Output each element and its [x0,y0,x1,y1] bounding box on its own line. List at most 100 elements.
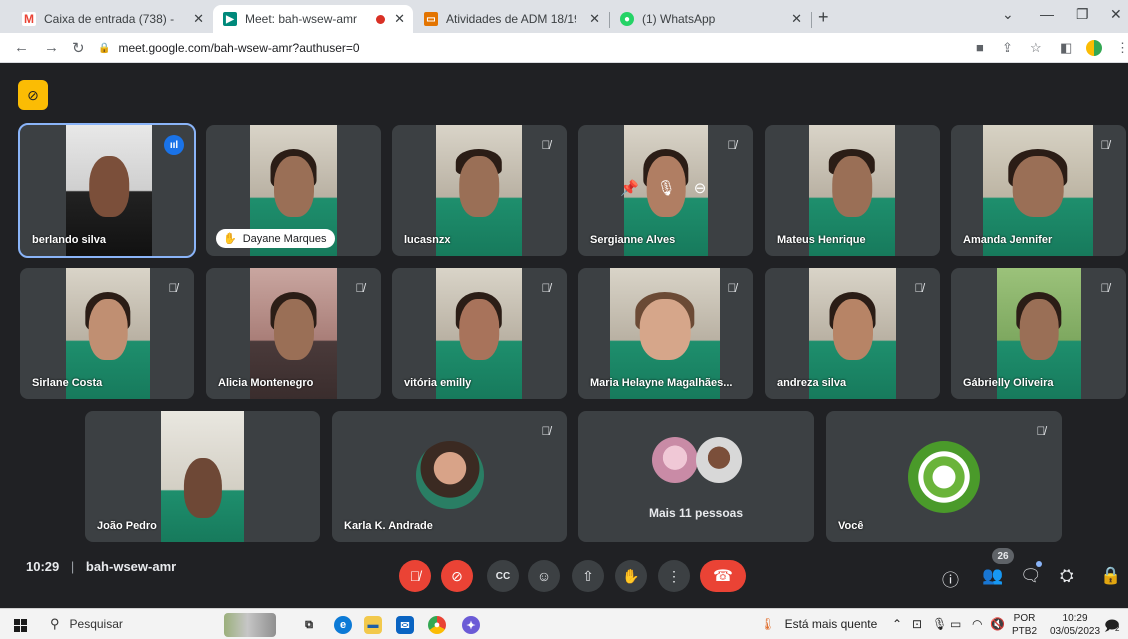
task-view-icon[interactable]: ⧉ [300,616,318,634]
people-icon[interactable]: 👥 [982,566,1003,586]
self-avatar [908,441,980,513]
more-vert-icon: ⋮ [667,567,681,584]
restore-icon[interactable]: ❐ [1076,6,1089,23]
close-tab-icon[interactable]: ✕ [394,11,405,27]
chat-icon[interactable]: 🗨 [1020,566,1042,586]
address-bar[interactable]: 🔒 meet.google.com/bah-wsew-amr?authuser=… [98,37,958,59]
participant-tile[interactable]: 🎙̸ vitória emilly [392,268,567,399]
mail-icon[interactable]: ✉ [396,616,414,634]
more-participants-tile[interactable]: Mais 11 pessoas [578,411,814,542]
temperature-icon: 🌡 [760,617,776,631]
camera-toggle-button[interactable]: ⊘ [441,560,473,592]
search-icon: ⚲ [50,616,60,631]
meeting-details-icon[interactable]: ⓘ [942,566,959,591]
system-clock[interactable]: 10:29 03/05/2023 [1050,612,1100,638]
mic-off-icon: 🎙̸ [168,281,178,295]
raised-hand-icon: ✋ [223,233,237,245]
gmail-icon: M [22,12,36,26]
meet-tray-icon[interactable]: ⊡ [912,617,922,631]
minimize-icon[interactable]: — [1040,6,1054,22]
bookmark-star-icon[interactable]: ☆ [1030,40,1042,56]
close-tab-icon[interactable]: ✕ [589,11,600,27]
tab-label: Caixa de entrada (738) - arte.edu [44,12,174,26]
remove-icon[interactable]: ⊖ [694,179,707,197]
self-tile[interactable]: 🎙̸ Você [826,411,1062,542]
participant-name: Gábrielly Oliveira [963,377,1054,389]
meeting-info: 10:29 | bah-wsew-amr [26,559,176,574]
windows-taskbar: ⚲ Pesquisar ⧉ e ▬ ✉ ● ✦ 🌡 Está mais quen… [0,608,1128,639]
microphone-tray-icon[interactable]: 🎙 [932,617,947,631]
browser-toolbar: ← → ↻ 🔒 meet.google.com/bah-wsew-amr?aut… [0,33,1128,63]
mic-off-icon: 🎙̸ [541,424,551,438]
copilot-icon[interactable]: ✦ [462,616,480,634]
more-options-button[interactable]: ⋮ [658,560,690,592]
reactions-button[interactable]: ☺ [528,560,560,592]
back-icon[interactable]: ← [14,39,29,56]
participant-name: andreza silva [777,377,847,389]
participant-tile[interactable]: João Pedro [85,411,320,542]
leave-call-button[interactable]: ☎ [700,560,746,592]
participant-tile[interactable]: 🎙̸ Alicia Montenegro [206,268,381,399]
mute-participant-icon[interactable]: 🎙 [657,179,676,197]
participant-name: Mateus Henrique [777,234,866,246]
participant-tile[interactable]: 🎙̸ Gábrielly Oliveira [951,268,1126,399]
search-highlight-image[interactable] [224,613,276,637]
file-explorer-icon[interactable]: ▬ [364,616,382,634]
present-button[interactable]: ⇧ [572,560,604,592]
participant-tile[interactable]: 🎙̸ lucasnzx [392,125,567,256]
tray-chevron-icon[interactable]: ⌃ [892,617,902,631]
tile-hover-controls: 📌 🎙 ⊖ [620,179,706,197]
camera-off-icon: ⊘ [451,567,463,584]
participant-name: Karla K. Andrade [344,520,433,532]
menu-kebab-icon[interactable]: ⋮ [1116,40,1128,56]
close-window-icon[interactable]: ✕ [1110,6,1122,23]
weather-widget[interactable]: 🌡 Está mais quente [760,617,877,631]
forward-icon[interactable]: → [44,39,59,56]
close-tab-icon[interactable]: ✕ [791,11,802,27]
participant-name: Amanda Jennifer [963,234,1053,246]
windows-start-icon[interactable] [14,619,27,632]
host-controls-icon[interactable]: 🔒 [1100,566,1121,586]
tab-classroom[interactable]: ▭ Atividades de ADM 18/19 ✕ [414,5,608,33]
clock-date: 03/05/2023 [1050,626,1101,637]
raise-hand-button[interactable]: ✋ [615,560,647,592]
participant-tile[interactable]: 🎙̸ Amanda Jennifer [951,125,1126,256]
language-indicator[interactable]: POR PTB2 [1012,612,1037,638]
camera-warning-icon[interactable]: ⊘ [18,80,48,110]
edge-icon[interactable]: e [334,616,352,634]
meeting-code: bah-wsew-amr [85,559,177,574]
side-panel-icon[interactable]: ◧ [1060,40,1072,56]
participant-name: Você [838,520,864,532]
captions-button[interactable]: CC [487,560,519,592]
tab-meet[interactable]: ▶ Meet: bah-wsew-amr ✕ [213,5,413,33]
camera-in-use-icon[interactable]: ■ [976,40,984,55]
participant-tile[interactable]: 📌 🎙 ⊖ 🎙̸ Sergianne Alves [578,125,753,256]
share-icon[interactable]: ⇪ [1002,40,1013,56]
participant-tile[interactable]: 🎙̸ Maria Helayne Magalhães... [578,268,753,399]
participant-tile[interactable]: 🎙̸ Karla K. Andrade [332,411,567,542]
tab-search-icon[interactable]: ⌄ [1002,6,1014,23]
participant-tile[interactable]: 🎙̸ andreza silva [765,268,940,399]
new-tab-button[interactable]: + [818,7,829,28]
recording-icon [376,14,385,24]
notification-count: 2 [1115,624,1120,633]
tab-gmail[interactable]: M Caixa de entrada (738) - arte.edu ✕ [12,5,212,33]
participant-tile[interactable]: 🎙̸ Sirlane Costa [20,268,194,399]
taskbar-search[interactable]: ⚲ Pesquisar [50,616,123,632]
close-tab-icon[interactable]: ✕ [193,11,204,27]
participant-tile[interactable]: ııl berlando silva [18,123,196,258]
chrome-icon[interactable]: ● [428,616,446,634]
participant-tile[interactable]: Mateus Henrique [765,125,940,256]
volume-muted-icon[interactable]: 🔇 [990,617,1005,631]
mic-toggle-button[interactable]: 🎙̸ [399,560,431,592]
participant-tile[interactable]: ✋ Dayane Marques [206,125,381,256]
activities-icon[interactable]: ⛭ [1060,566,1074,586]
wifi-icon[interactable]: ◠ [972,617,982,631]
pin-icon[interactable]: 📌 [620,179,639,197]
tab-whatsapp[interactable]: ● (1) WhatsApp ✕ [610,5,810,33]
reload-icon[interactable]: ↻ [72,39,85,57]
search-placeholder: Pesquisar [69,617,123,631]
profile-avatar[interactable] [1086,40,1102,56]
mic-off-icon: 🎙̸ [914,281,924,295]
battery-icon[interactable]: ▭ [950,617,961,631]
